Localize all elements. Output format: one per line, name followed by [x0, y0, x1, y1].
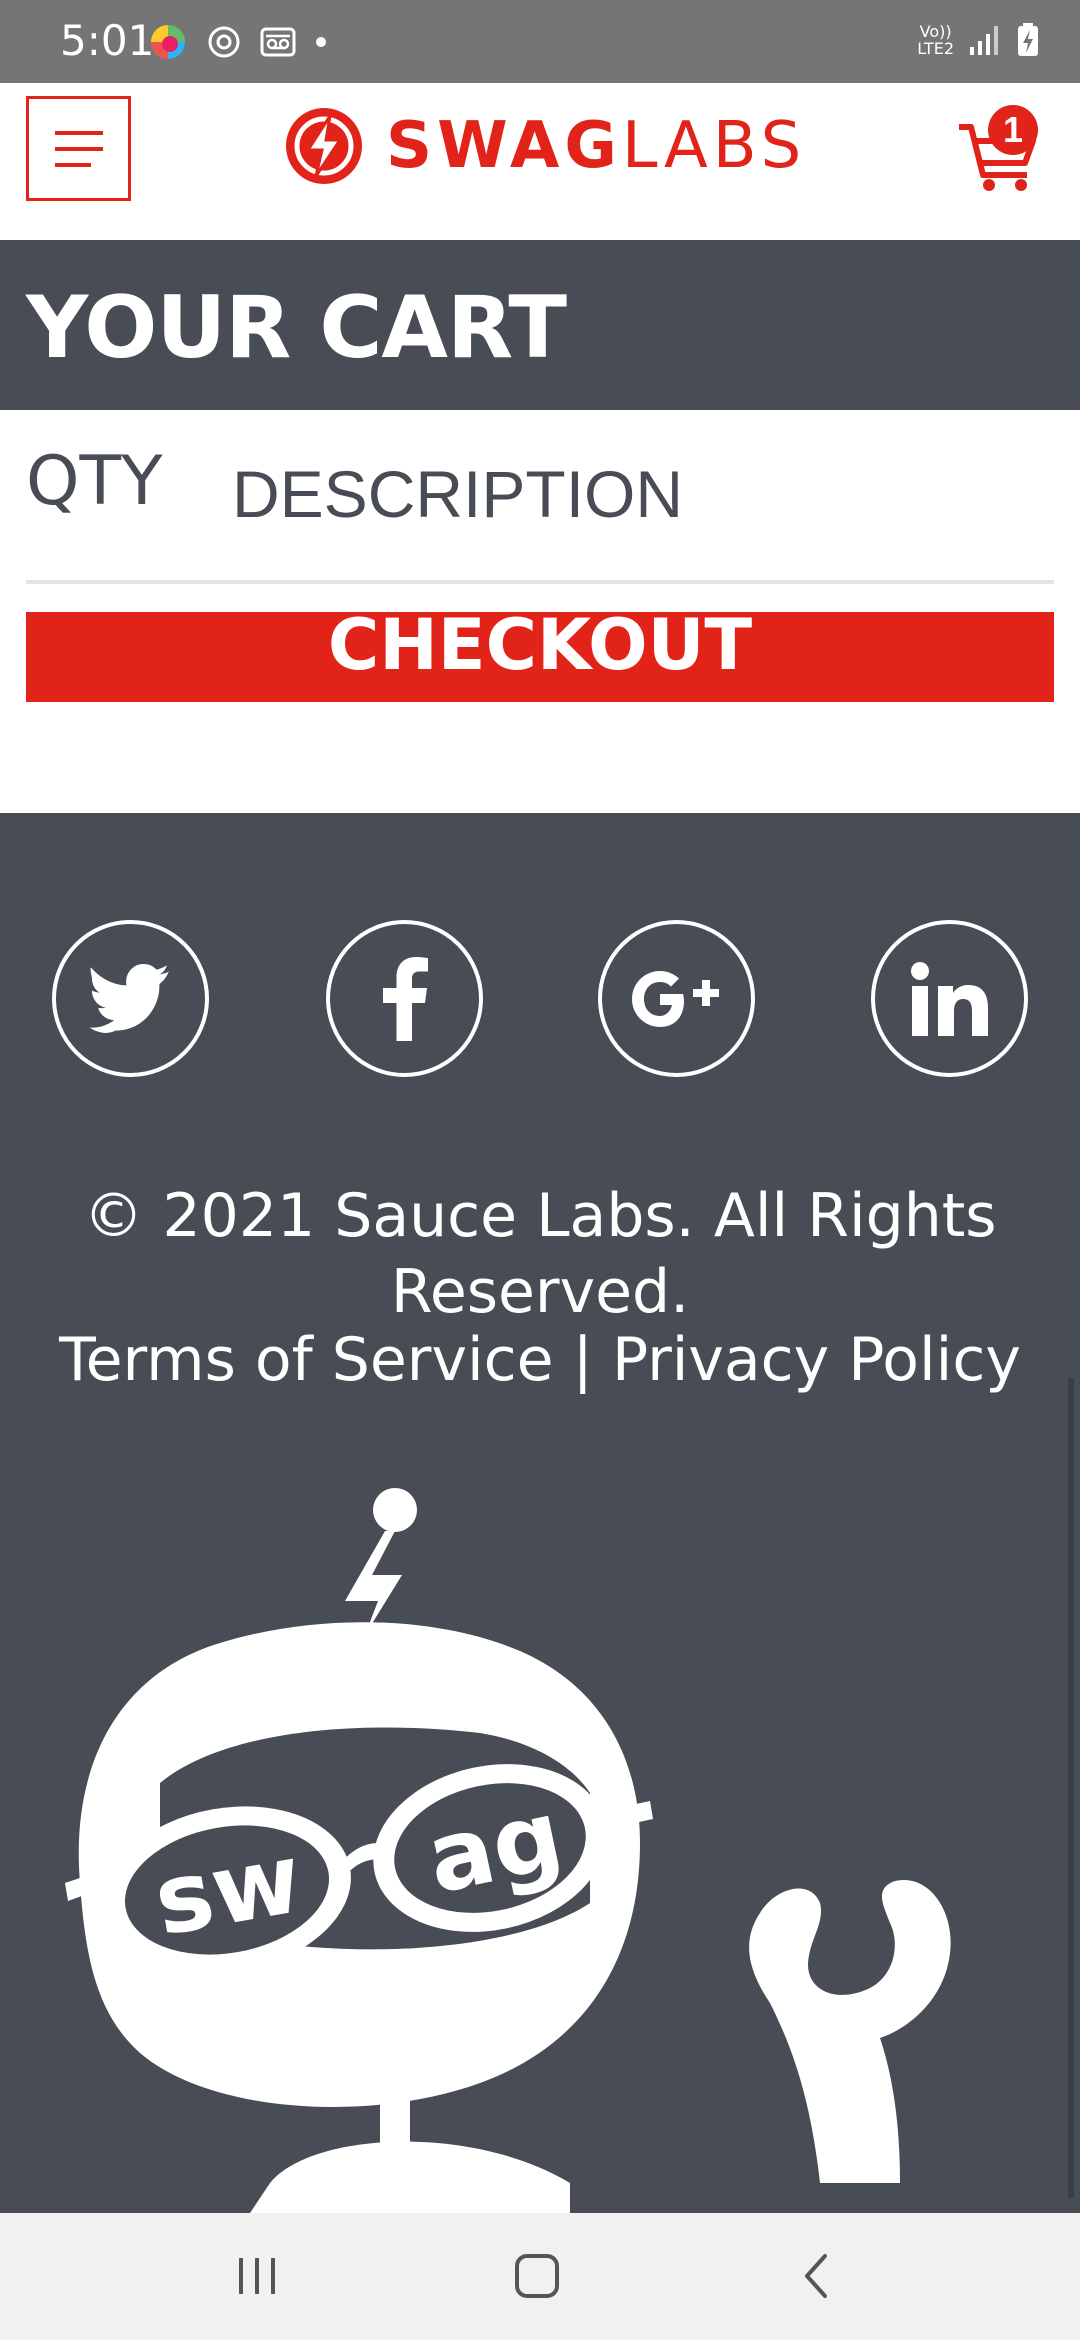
status-icons — [148, 22, 328, 62]
dot-icon — [316, 37, 326, 47]
twitter-icon — [89, 963, 169, 1033]
copyright-text: © 2021 Sauce Labs. All Rights Reserved. — [83, 1181, 997, 1327]
edge-browser-icon — [151, 25, 185, 59]
facebook-button[interactable] — [326, 920, 483, 1077]
recent-apps-icon — [239, 2258, 275, 2294]
description-column-header: DESCRIPTION — [232, 457, 684, 531]
google-plus-icon — [631, 970, 719, 1027]
twitter-button[interactable] — [52, 920, 209, 1077]
google-plus-button[interactable] — [598, 920, 755, 1077]
signal-icon — [970, 26, 998, 55]
recent-apps-button[interactable] — [212, 2241, 302, 2311]
divider — [26, 580, 1054, 584]
lightning-logo-icon — [286, 108, 362, 184]
system-nav-bar — [0, 2213, 1080, 2340]
home-icon — [515, 2254, 559, 2298]
status-right: Vo)) LTE2 — [917, 22, 1040, 58]
swag-robot-illustration: sw ag — [65, 1488, 951, 2213]
voicemail-icon — [260, 27, 296, 57]
home-button[interactable] — [492, 2241, 582, 2311]
logo-text: SWAGLABS — [386, 109, 807, 183]
cart-count-badge: 1 — [988, 105, 1038, 155]
legal-links: Terms of Service | Privacy Policy — [0, 1325, 1080, 1395]
linkedin-button[interactable] — [871, 920, 1028, 1077]
page-title: YOUR CART — [26, 278, 567, 378]
facebook-icon — [382, 956, 428, 1041]
network-type: Vo)) LTE2 — [917, 22, 954, 58]
back-icon — [805, 2254, 827, 2298]
status-time: 5:01 — [60, 16, 155, 65]
terms-of-service-link[interactable]: Terms of Service — [59, 1325, 553, 1395]
cart-button[interactable]: 1 — [955, 105, 1045, 195]
sync-icon — [208, 26, 240, 58]
status-bar: 5:01 Vo)) LTE2 — [0, 0, 1080, 83]
swag-labs-logo: SWAGLABS — [284, 106, 806, 186]
checkout-button[interactable]: CHECKOUT — [26, 612, 1054, 702]
qty-column-header: QTY — [26, 442, 163, 521]
battery-charging-icon — [1018, 23, 1038, 56]
app-header: SWAGLABS 1 — [0, 83, 1080, 240]
title-band: YOUR CART — [0, 240, 1080, 410]
back-button[interactable] — [772, 2241, 862, 2311]
privacy-policy-link[interactable]: Privacy Policy — [612, 1325, 1021, 1395]
menu-button[interactable] — [26, 96, 131, 201]
checkout-label: CHECKOUT — [327, 612, 753, 686]
legal-separator: | — [572, 1325, 593, 1395]
hamburger-menu-icon — [54, 130, 103, 167]
linkedin-icon — [910, 961, 988, 1036]
scrollbar[interactable] — [1068, 1378, 1074, 2198]
footer: © 2021 Sauce Labs. All Rights Reserved. … — [0, 813, 1080, 2213]
